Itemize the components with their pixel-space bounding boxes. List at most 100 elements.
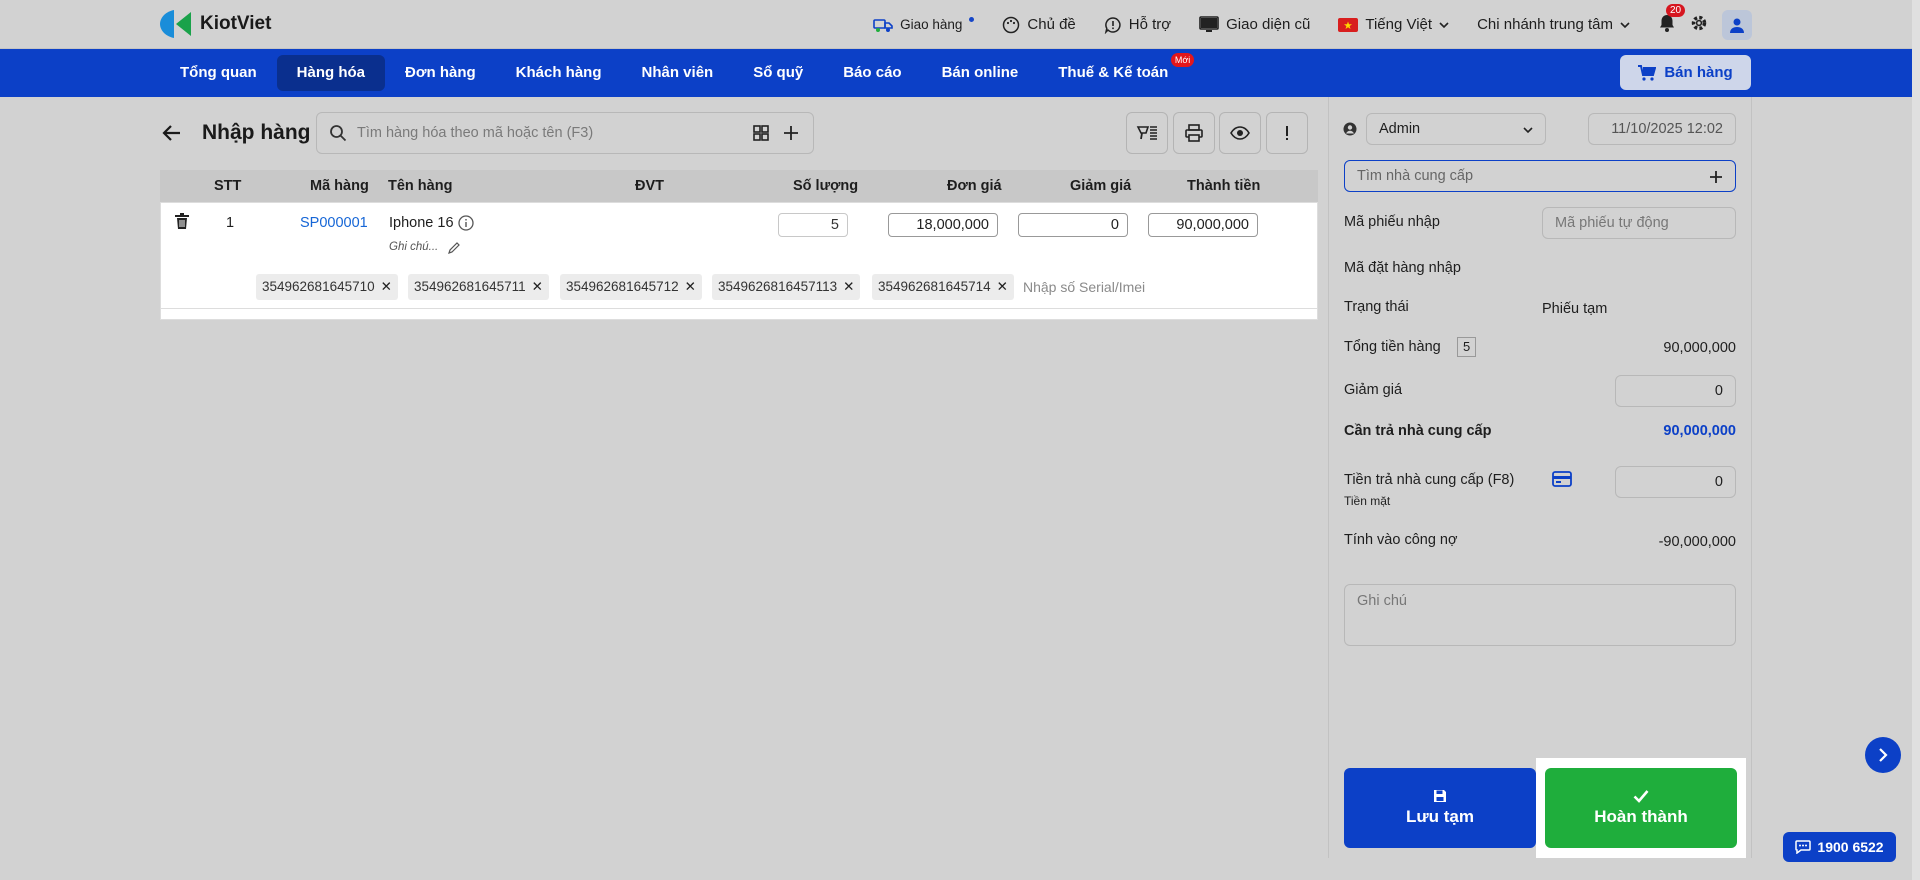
row-note[interactable]: Ghi chú...	[389, 241, 438, 253]
page-title: Nhập hàng	[202, 121, 311, 144]
serial-value: 354962681645714	[878, 279, 991, 294]
plus-icon[interactable]	[783, 125, 799, 141]
eye-icon	[1230, 126, 1250, 140]
print-button[interactable]	[1173, 112, 1215, 154]
barcode-scan-button[interactable]	[1126, 112, 1168, 154]
credit-card-icon[interactable]	[1552, 471, 1572, 487]
discount-input[interactable]: 0	[1018, 213, 1128, 237]
nav-item-overview[interactable]: Tổng quan	[160, 55, 277, 91]
close-icon[interactable]: ✕	[685, 279, 696, 294]
nav-item-cashbook[interactable]: Sổ quỹ	[733, 55, 823, 91]
receipt-code-input[interactable]: Mã phiếu tự động	[1542, 207, 1736, 239]
save-icon	[1434, 790, 1446, 802]
palette-icon	[1003, 16, 1020, 33]
nav-item-products[interactable]: Hàng hóa	[276, 55, 385, 91]
serial-chip: 354962681645712 ✕	[560, 274, 702, 300]
payable-label: Cần trả nhà cung cấp	[1344, 423, 1492, 439]
info-icon[interactable]	[458, 215, 474, 231]
line-total-input[interactable]: 90,000,000	[1148, 213, 1258, 237]
col-total: Thành tiền	[1187, 178, 1261, 194]
note-textarea[interactable]: Ghi chú	[1344, 584, 1736, 646]
notification-button[interactable]: 20	[1658, 3, 1686, 37]
chevron-down-icon	[1439, 21, 1449, 28]
paid-amount-input[interactable]: 0	[1615, 466, 1736, 498]
user-select[interactable]: Admin	[1366, 113, 1546, 145]
trash-icon[interactable]	[175, 213, 189, 229]
unit-price-input[interactable]: 18,000,000	[888, 213, 998, 237]
hotline-number: 1900 6522	[1817, 839, 1884, 855]
product-code-link[interactable]: SP000001	[300, 215, 368, 231]
receipt-code-placeholder: Mã phiếu tự động	[1555, 215, 1669, 231]
serial-chip: 354962681645711 ✕	[408, 274, 549, 300]
serial-chip: 3549626816457113 ✕	[712, 274, 861, 300]
date-time-field[interactable]: 11/10/2025 12:02	[1588, 113, 1736, 145]
serial-value: 354962681645711	[414, 279, 526, 294]
quantity-input[interactable]: 5	[778, 213, 848, 237]
info-button[interactable]	[1266, 112, 1308, 154]
col-unit: ĐVT	[635, 178, 664, 194]
serial-value: 354962681645712	[566, 279, 679, 294]
logo[interactable]: KiotViet	[160, 9, 271, 39]
pencil-icon[interactable]	[448, 241, 461, 254]
preview-button[interactable]	[1219, 112, 1261, 154]
nav-item-online-sales[interactable]: Bán online	[922, 55, 1039, 91]
save-draft-label: Lưu tạm	[1405, 807, 1475, 826]
close-icon[interactable]: ✕	[843, 279, 854, 294]
table-row: 1 SP000001 Iphone 16 Ghi chú... 5 18,000…	[160, 202, 1318, 320]
sell-button[interactable]: Bán hàng	[1620, 55, 1751, 90]
theme-label: Chủ đề	[1027, 16, 1076, 33]
total-label: Tổng tiền hàng	[1344, 339, 1441, 355]
vietnam-flag-icon	[1338, 17, 1359, 32]
paid-value: 0	[1714, 474, 1723, 490]
order-discount-input[interactable]: 0	[1615, 375, 1736, 407]
supplier-placeholder: Tìm nhà cung cấp	[1357, 168, 1474, 184]
close-icon[interactable]: ✕	[997, 279, 1008, 294]
cart-icon	[1638, 64, 1657, 81]
serial-chip: 354962681645710 ✕	[256, 274, 398, 300]
theme-link[interactable]: Chủ đề	[1002, 16, 1076, 34]
nav-item-orders[interactable]: Đơn hàng	[385, 55, 496, 91]
nav-item-customers[interactable]: Khách hàng	[496, 55, 622, 91]
delivery-dot	[969, 17, 975, 22]
complete-button[interactable]: Hoàn thành	[1545, 768, 1737, 848]
avatar[interactable]	[1722, 9, 1752, 40]
settings-button[interactable]	[1690, 14, 1708, 36]
paid-method: Tiền mặt	[1344, 494, 1391, 508]
complete-label: Hoàn thành	[1594, 807, 1688, 826]
nav-item-tax-accounting[interactable]: Thuế & Kế toán Mới	[1038, 53, 1195, 91]
col-price: Đơn giá	[947, 178, 1002, 194]
support-link[interactable]: Hỗ trợ	[1104, 16, 1171, 34]
hotline-button[interactable]: 1900 6522	[1783, 832, 1896, 862]
supplier-search-input[interactable]: Tìm nhà cung cấp	[1344, 160, 1736, 192]
status-value: Phiếu tạm	[1542, 301, 1608, 317]
serial-value: 354962681645710	[262, 279, 375, 294]
old-ui-link[interactable]: Giao diện cũ	[1199, 15, 1310, 34]
discount-value: 0	[1714, 383, 1723, 399]
close-icon[interactable]: ✕	[532, 279, 543, 294]
check-icon	[1633, 790, 1649, 803]
close-icon[interactable]: ✕	[381, 279, 392, 294]
col-discount: Giảm giá	[1070, 178, 1132, 194]
payable-value: 90,000,000	[1663, 423, 1736, 439]
new-badge: Mới	[1170, 53, 1195, 67]
nav-item-reports[interactable]: Báo cáo	[823, 55, 921, 91]
scrollbar[interactable]	[1912, 0, 1920, 880]
delivery-label: Giao hàng	[900, 17, 963, 32]
chevron-down-icon	[1523, 127, 1533, 134]
save-draft-button[interactable]: Lưu tạm	[1344, 768, 1536, 848]
grid-icon[interactable]	[753, 125, 769, 141]
language-select[interactable]: Tiếng Việt	[1338, 16, 1449, 33]
delivery-link[interactable]: Giao hàng	[873, 16, 975, 34]
product-search-input[interactable]: Tìm hàng hóa theo mã hoặc tên (F3)	[316, 112, 814, 154]
sell-label: Bán hàng	[1664, 64, 1733, 81]
col-name: Tên hàng	[388, 178, 453, 194]
row-divider	[160, 308, 1318, 309]
note-placeholder: Ghi chú	[1357, 593, 1407, 609]
expand-panel-button[interactable]	[1865, 737, 1901, 773]
branch-select[interactable]: Chi nhánh trung tâm	[1477, 16, 1630, 33]
plus-icon[interactable]	[1709, 170, 1723, 184]
back-arrow-icon[interactable]	[160, 121, 184, 145]
kiotviet-logo-icon	[160, 9, 192, 39]
serial-input[interactable]: Nhập số Serial/Imei	[1023, 279, 1145, 295]
nav-item-staff[interactable]: Nhân viên	[622, 55, 734, 91]
